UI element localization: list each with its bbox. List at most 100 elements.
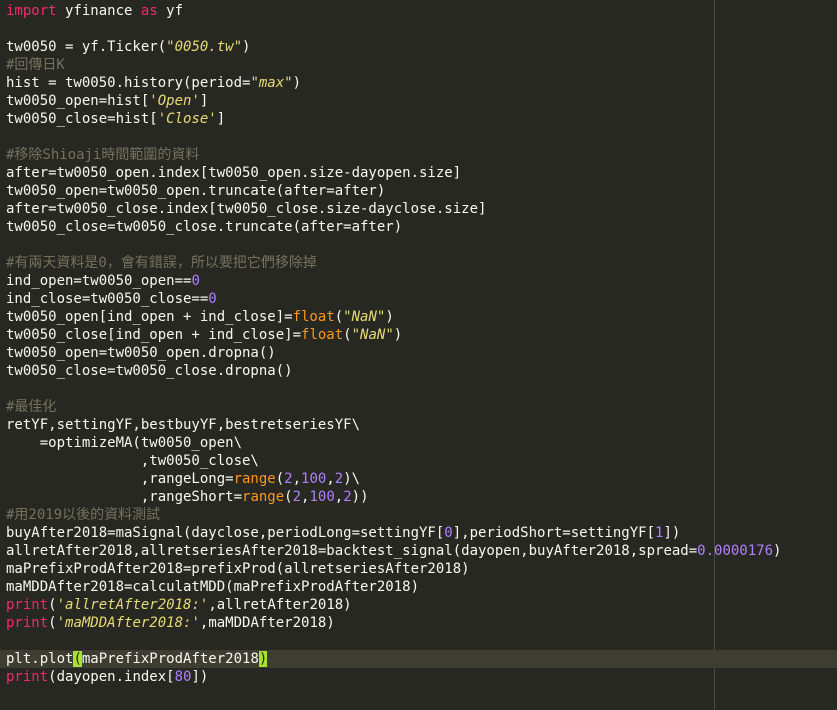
code-line[interactable]: plt.plot(maPrefixProdAfter2018) [0, 650, 837, 668]
code-token: ] [216, 111, 226, 127]
code-line[interactable]: #最佳化 [0, 398, 837, 416]
code-token: as [140, 3, 158, 19]
code-line[interactable] [0, 20, 837, 38]
code-line[interactable]: tw0050_open=tw0050_open.dropna() [0, 344, 837, 362]
code-line[interactable]: ,rangeLong=range(2,100,2)\ [0, 470, 837, 488]
code-token: 'Open' [149, 93, 200, 109]
code-token: #用2019以後的資料測試 [6, 507, 161, 523]
code-line[interactable]: ,tw0050_close\ [0, 452, 837, 470]
code-token: ind_close=tw0050_close== [6, 291, 209, 307]
code-token: ) [242, 39, 251, 55]
code-token: ) [393, 327, 403, 343]
code-line[interactable]: print('allretAfter2018:',allretAfter2018… [0, 596, 837, 614]
code-token: #有兩天資料是0，會有錯誤，所以要把它們移除掉 [6, 255, 317, 271]
code-token: print [6, 597, 49, 613]
code-token: tw0050_open=tw0050_open.dropna() [6, 345, 276, 361]
code-line[interactable]: after=tw0050_open.index[tw0050_open.size… [0, 164, 837, 182]
code-line[interactable] [0, 128, 837, 146]
code-line[interactable]: retYF,settingYF,bestbuyYF,bestretseriesY… [0, 416, 837, 434]
code-token: ( [334, 309, 344, 325]
code-line[interactable]: maPrefixProdAfter2018=prefixProd(allrets… [0, 560, 837, 578]
code-line[interactable] [0, 236, 837, 254]
code-line[interactable]: buyAfter2018=maSignal(dayclose,periodLon… [0, 524, 837, 542]
code-line[interactable] [0, 632, 837, 650]
code-line[interactable]: #用2019以後的資料測試 [0, 506, 837, 524]
code-token: , [334, 489, 344, 505]
code-line[interactable]: #移除Shioaji時間範圍的資料 [0, 146, 837, 164]
code-token: ( [48, 615, 57, 631]
code-token: "NaN" [351, 327, 394, 343]
code-token: 2 [284, 471, 293, 487]
code-line[interactable] [0, 380, 837, 398]
code-line[interactable]: after=tw0050_close.index[tw0050_close.si… [0, 200, 837, 218]
code-line[interactable]: hist = tw0050.history(period="max") [0, 74, 837, 92]
code-token: )\ [343, 471, 361, 487]
code-line[interactable]: #回傳日K [0, 56, 837, 74]
code-token: ( [73, 651, 82, 667]
code-token: import [6, 3, 57, 19]
code-token: ) [292, 75, 302, 91]
code-token: float [301, 327, 344, 343]
code-token: "max" [250, 75, 293, 91]
code-token: ,rangeLong= [6, 471, 234, 487]
code-token: 2 [334, 471, 344, 487]
code-token: 0.0000176 [697, 543, 774, 559]
code-token: ) [385, 309, 394, 325]
code-token: , [326, 471, 335, 487]
code-line[interactable]: print(dayopen.index[80]) [0, 668, 837, 686]
code-token: 'Close' [157, 111, 217, 127]
code-token: range [233, 471, 276, 487]
code-line[interactable]: #有兩天資料是0，會有錯誤，所以要把它們移除掉 [0, 254, 837, 272]
code-line[interactable]: tw0050_close=tw0050_close.dropna() [0, 362, 837, 380]
code-token: #回傳日K [6, 57, 65, 73]
code-token: (dayopen.index[ [48, 669, 175, 685]
code-token: ind_open=tw0050_open== [6, 273, 192, 289]
code-token: ]) [191, 669, 209, 685]
code-token: #移除Shioaji時間範圍的資料 [6, 147, 200, 163]
code-line[interactable]: tw0050_open=tw0050_open.truncate(after=a… [0, 182, 837, 200]
code-token: 0 [444, 525, 453, 541]
code-token: 80 [174, 669, 192, 685]
code-line[interactable]: tw0050_close[ind_open + ind_close]=float… [0, 326, 837, 344]
code-line[interactable]: allretAfter2018,allretseriesAfter2018=ba… [0, 542, 837, 560]
code-line[interactable]: ind_close=tw0050_close==0 [0, 290, 837, 308]
code-token: 'maMDDAfter2018:' [56, 615, 200, 631]
code-line[interactable]: tw0050_close=tw0050_close.truncate(after… [0, 218, 837, 236]
code-token: retYF,settingYF,bestbuyYF,bestretseriesY… [6, 417, 361, 433]
code-token: 'allretAfter2018:' [56, 597, 209, 613]
code-token: 2 [292, 489, 302, 505]
code-token: tw0050_close[ind_open + ind_close]= [6, 327, 302, 343]
code-editor[interactable]: import yfinance as yf tw0050 = yf.Ticker(… [0, 0, 837, 710]
code-line[interactable]: ind_open=tw0050_open==0 [0, 272, 837, 290]
code-token: "0050.tw" [166, 39, 243, 55]
code-token: #最佳化 [6, 399, 57, 415]
code-token: ( [284, 489, 293, 505]
code-token: tw0050_open=hist[ [6, 93, 150, 109]
code-token: print [6, 615, 49, 631]
code-token: "NaN" [343, 309, 386, 325]
code-token: ( [48, 597, 57, 613]
code-token: yfinance [56, 3, 141, 19]
code-token: range [242, 489, 285, 505]
code-line[interactable]: print('maMDDAfter2018:',maMDDAfter2018) [0, 614, 837, 632]
code-line[interactable]: ,rangeShort=range(2,100,2)) [0, 488, 837, 506]
code-token: ) [258, 651, 268, 667]
code-token: tw0050_close=hist[ [6, 111, 158, 127]
code-line[interactable]: maMDDAfter2018=calculatMDD(maPrefixProdA… [0, 578, 837, 596]
code-token: tw0050_open[ind_open + ind_close]= [6, 309, 293, 325]
code-token: ,maMDDAfter2018) [199, 615, 335, 631]
code-token: plt.plot [6, 651, 74, 667]
code-line[interactable]: tw0050_open[ind_open + ind_close]=float(… [0, 308, 837, 326]
code-token: tw0050_close=tw0050_close.dropna() [6, 363, 293, 379]
code-token: maMDDAfter2018=calculatMDD(maPrefixProdA… [6, 579, 420, 595]
code-line[interactable]: import yfinance as yf [0, 2, 837, 20]
code-token: 100 [301, 471, 327, 487]
code-line[interactable]: =optimizeMA(tw0050_open\ [0, 434, 837, 452]
code-token: ( [275, 471, 285, 487]
code-line[interactable]: tw0050_open=hist['Open'] [0, 92, 837, 110]
code-token: ] [199, 93, 209, 109]
code-line[interactable]: tw0050_close=hist['Close'] [0, 110, 837, 128]
code-token: allretAfter2018,allretseriesAfter2018=ba… [6, 543, 698, 559]
code-token: hist = tw0050.history(period= [6, 75, 251, 91]
code-line[interactable]: tw0050 = yf.Ticker("0050.tw") [0, 38, 837, 56]
